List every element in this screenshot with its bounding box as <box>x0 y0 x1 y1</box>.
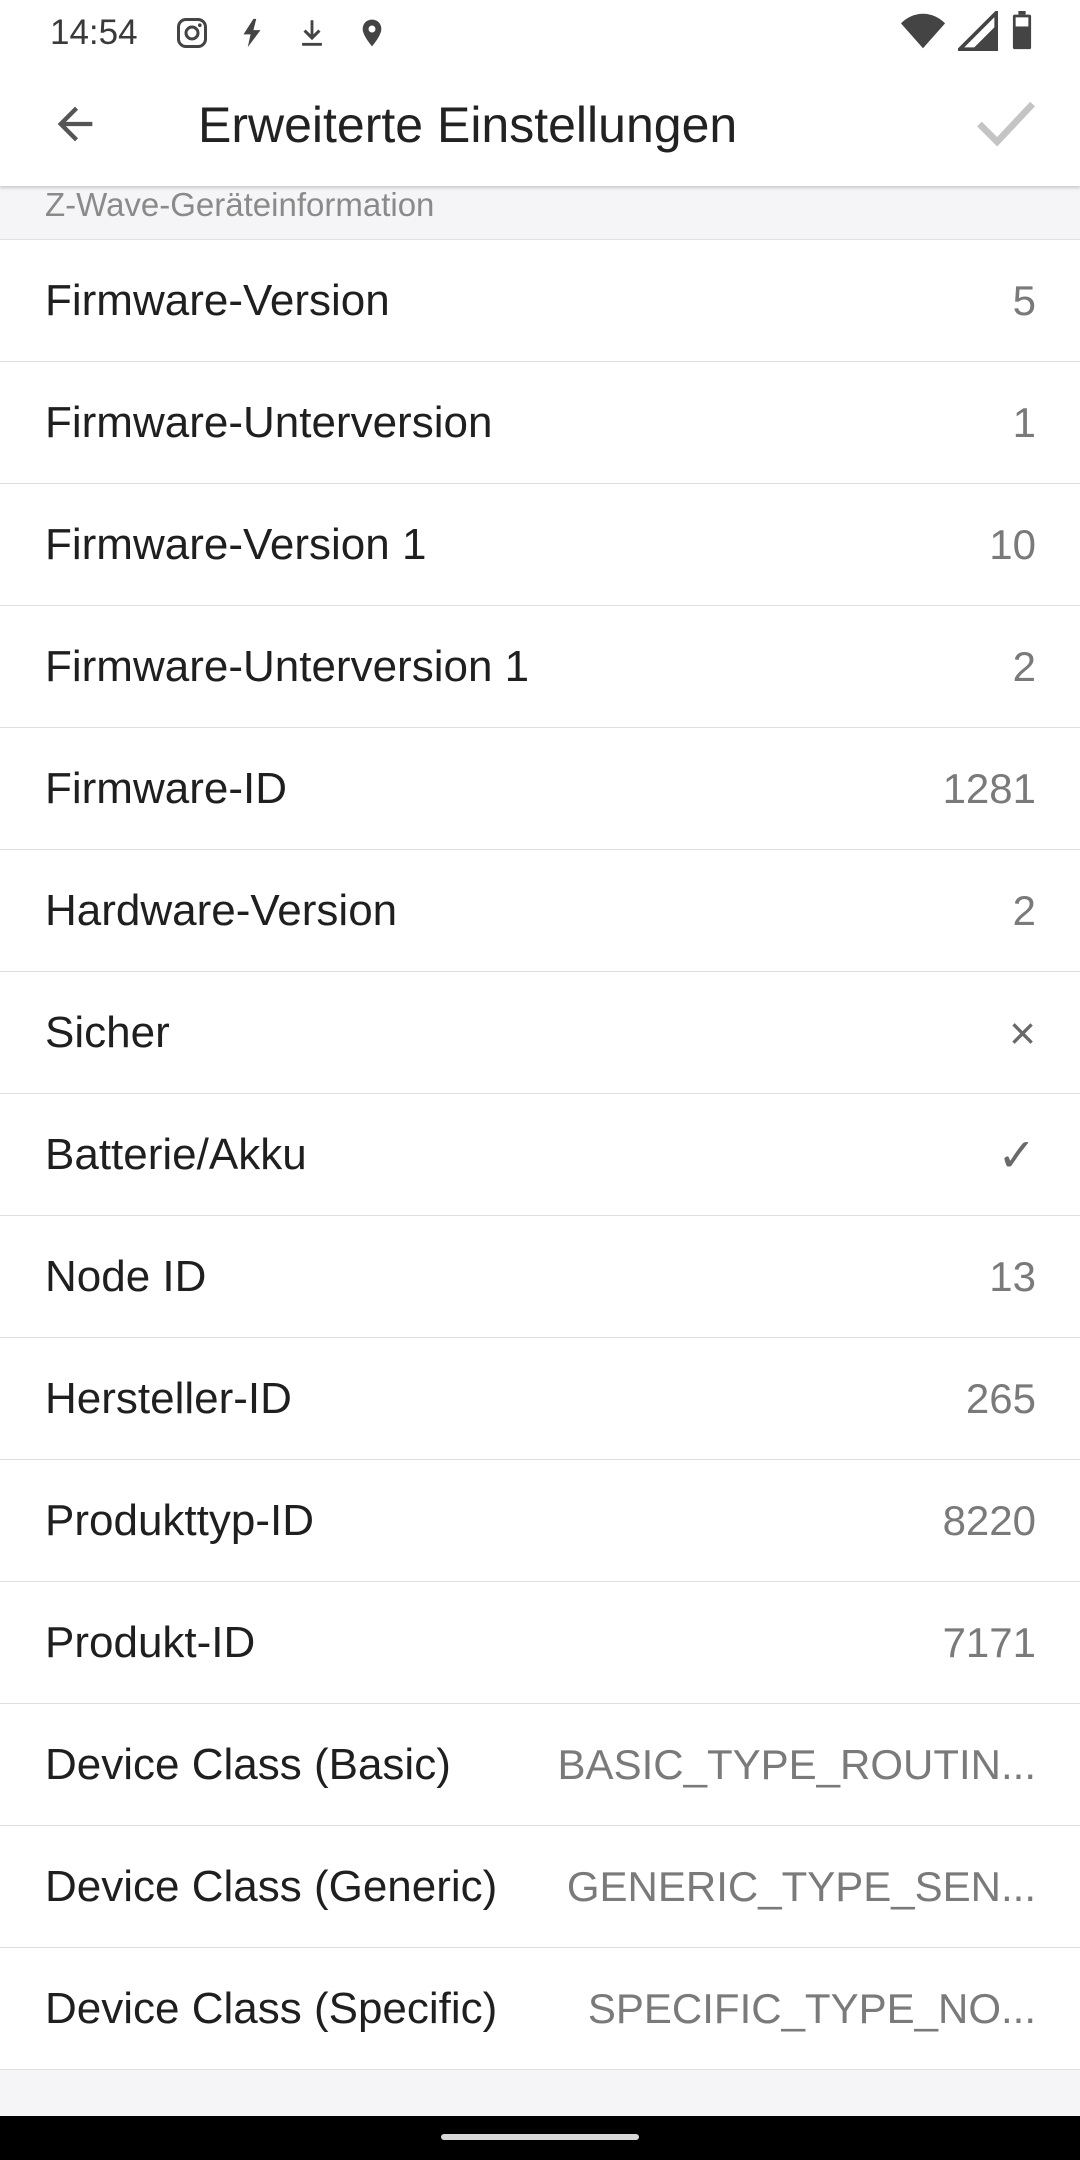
row-value: BASIC_TYPE_ROUTIN... <box>557 1740 1036 1788</box>
status-bar: 14:54 <box>0 0 1080 66</box>
app-bar: Erweiterte Einstellungen <box>0 66 1080 186</box>
row-label: Node ID <box>45 1251 207 1301</box>
row-device-class-basic: Device Class (Basic) BASIC_TYPE_ROUTIN..… <box>0 1704 1080 1826</box>
row-label: Device Class (Specific) <box>45 1983 498 2033</box>
row-value: 2 <box>1012 642 1036 690</box>
location-icon <box>350 11 394 55</box>
row-label: Firmware-Unterversion <box>45 397 493 447</box>
row-label: Firmware-Unterversion 1 <box>45 641 530 691</box>
row-secure: Sicher × <box>0 972 1080 1094</box>
row-value: 5 <box>1012 276 1036 324</box>
status-right <box>900 7 1034 56</box>
arrow-back-icon <box>49 98 101 155</box>
status-time: 14:54 <box>50 13 138 52</box>
home-gesture-handle[interactable] <box>441 2134 639 2140</box>
row-value: 13 <box>989 1252 1036 1300</box>
row-battery: Batterie/Akku ✓ <box>0 1094 1080 1216</box>
cross-icon: × <box>1009 1006 1036 1059</box>
row-firmware-version-1: Firmware-Version 1 10 <box>0 484 1080 606</box>
device-info-list: Firmware-Version 5 Firmware-Unterversion… <box>0 240 1080 2070</box>
row-product-id: Produkt-ID 7171 <box>0 1582 1080 1704</box>
row-firmware-subversion: Firmware-Unterversion 1 <box>0 362 1080 484</box>
row-firmware-id: Firmware-ID 1281 <box>0 728 1080 850</box>
row-hardware-version: Hardware-Version 2 <box>0 850 1080 972</box>
instagram-icon <box>170 11 214 55</box>
row-value: 1281 <box>942 764 1036 812</box>
row-label: Hardware-Version <box>45 885 398 935</box>
row-value: 1 <box>1012 398 1036 446</box>
row-label: Produkttyp-ID <box>45 1495 314 1545</box>
row-node-id: Node ID 13 <box>0 1216 1080 1338</box>
page-title: Erweiterte Einstellungen <box>198 97 738 153</box>
wifi-icon <box>900 11 946 56</box>
navigation-bar <box>0 2116 1080 2160</box>
row-product-type-id: Produkttyp-ID 8220 <box>0 1460 1080 1582</box>
check-icon: ✓ <box>997 1128 1036 1181</box>
row-device-class-specific: Device Class (Specific) SPECIFIC_TYPE_NO… <box>0 1948 1080 2070</box>
row-label: Batterie/Akku <box>45 1129 307 1179</box>
row-value: 7171 <box>942 1618 1036 1666</box>
row-label: Firmware-ID <box>45 763 287 813</box>
list-footer-gap <box>0 2070 1080 2116</box>
checkmark-icon <box>975 98 1037 155</box>
battery-icon <box>1010 10 1034 56</box>
row-value: SPECIFIC_TYPE_NO... <box>587 1984 1036 2032</box>
row-value: 2 <box>1012 886 1036 934</box>
back-button[interactable] <box>40 94 110 158</box>
flash-icon <box>230 11 274 55</box>
row-firmware-version: Firmware-Version 5 <box>0 240 1080 362</box>
row-label: Sicher <box>45 1007 170 1057</box>
row-firmware-subversion-1: Firmware-Unterversion 1 2 <box>0 606 1080 728</box>
status-left: 14:54 <box>50 11 410 55</box>
row-manufacturer-id: Hersteller-ID 265 <box>0 1338 1080 1460</box>
signal-icon <box>955 7 998 56</box>
row-label: Firmware-Version 1 <box>45 519 427 569</box>
row-label: Device Class (Basic) <box>45 1739 451 1789</box>
confirm-button[interactable] <box>968 94 1044 158</box>
row-label: Device Class (Generic) <box>45 1861 498 1911</box>
row-value: GENERIC_TYPE_SEN... <box>566 1862 1036 1910</box>
section-header: Z-Wave-Geräteinformation <box>0 186 1080 240</box>
row-label: Firmware-Version <box>45 275 390 325</box>
download-icon <box>290 11 334 55</box>
row-value: 265 <box>965 1374 1036 1422</box>
row-value: 8220 <box>942 1496 1036 1544</box>
section-title: Z-Wave-Geräteinformation <box>45 186 435 223</box>
row-label: Produkt-ID <box>45 1617 256 1667</box>
row-device-class-generic: Device Class (Generic) GENERIC_TYPE_SEN.… <box>0 1826 1080 1948</box>
row-value: 10 <box>989 520 1036 568</box>
row-label: Hersteller-ID <box>45 1373 292 1423</box>
